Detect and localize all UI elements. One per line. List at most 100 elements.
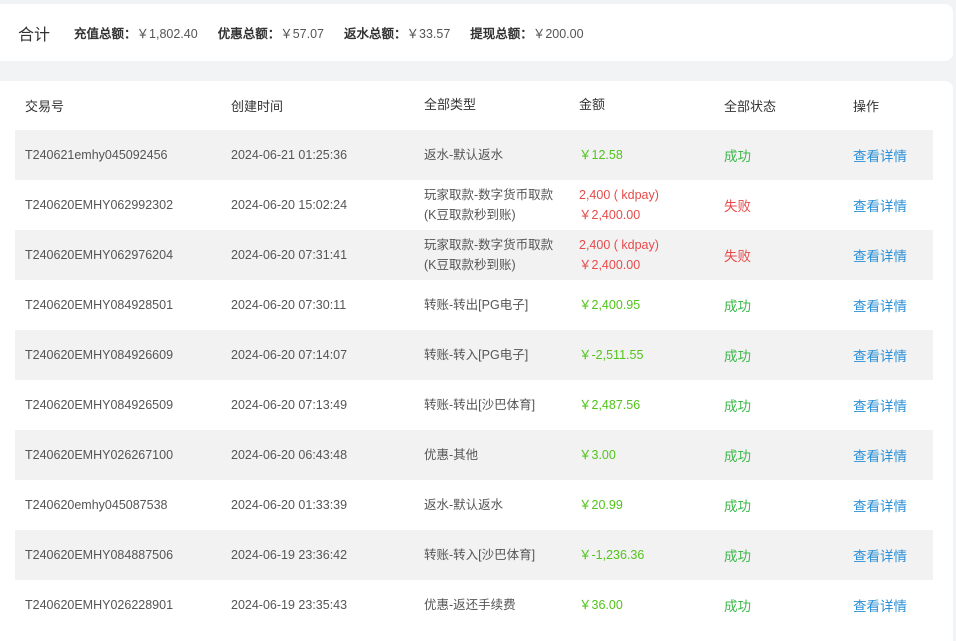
type-line: 优惠-返还手续费 [424,598,516,612]
view-details-link[interactable]: 查看详情 [853,195,933,215]
cell-created-time: 2024-06-21 01:25:36 [231,148,348,162]
table-row: T240620EMHY084926609 2024-06-20 07:14:07 转… [15,330,933,380]
cell-transaction-id: T240620EMHY084928501 [25,298,174,312]
type-subline: (K豆取款秒到账) [424,208,516,222]
view-details-link[interactable]: 查看详情 [853,595,933,615]
view-details-link[interactable]: 查看详情 [853,345,933,365]
summary-rebate-total: 返水总额：￥33.57 [344,27,451,41]
cell-created-time: 2024-06-20 07:14:07 [231,348,348,362]
summary-withdraw-total: 提现总额：￥200.00 [470,27,584,41]
amount-line: ￥2,400.95 [579,298,641,312]
type-line: 返水-默认返水 [424,148,504,162]
cell-type: 玩家取款-数字货币取款 (K豆取款秒到账) [424,235,579,275]
type-line: 玩家取款-数字货币取款 [424,188,554,202]
table-row: T240620emhy045087538 2024-06-20 01:33:39 返… [15,480,933,530]
cell-status: 成功 [724,399,751,414]
cell-transaction-id: T240620EMHY084926609 [25,348,174,362]
header-created-time: 创建时间 [231,98,284,114]
cell-status: 成功 [724,499,751,514]
type-line: 玩家取款-数字货币取款 [424,238,554,252]
cell-amount: ￥3.00 [579,445,724,465]
cell-type: 返水-默认返水 [424,495,579,515]
header-action: 操作 [853,98,880,114]
cell-created-time: 2024-06-20 06:43:48 [231,448,348,462]
table-row: T240620EMHY084926509 2024-06-20 07:13:49 转… [15,380,933,430]
amount-line: ￥36.00 [579,598,623,612]
cell-type: 玩家取款-数字货币取款 (K豆取款秒到账) [424,185,579,225]
transactions-panel: 交易号 创建时间 全部类型 金额 全部状态 操作 T240621emhy0450… [0,81,953,641]
header-type-filter[interactable]: 全部类型 [424,95,579,115]
view-details-link[interactable]: 查看详情 [853,295,933,315]
summary-title: 合计 [18,26,51,44]
amount-line: 2,400 ( kdpay) [579,238,659,252]
table-row: T240620EMHY084928501 2024-06-20 07:30:11 转… [15,280,933,330]
type-subline: (K豆取款秒到账) [424,258,516,272]
header-status-filter[interactable]: 全部状态 [724,96,853,115]
view-details-link[interactable]: 查看详情 [853,445,933,465]
table-header: 交易号 创建时间 全部类型 金额 全部状态 操作 [15,81,933,129]
table-row: T240620EMHY026228901 2024-06-19 23:35:43 优… [15,580,933,630]
cell-transaction-id: T240621emhy045092456 [25,148,168,162]
summary-discount-total: 优惠总额：￥57.07 [217,27,324,41]
cell-type: 转账-转入[沙巴体育] [424,545,579,565]
cell-amount: ￥2,400.95 [579,295,724,315]
cell-status: 成功 [724,449,751,464]
type-line: 优惠-其他 [424,448,479,462]
cell-amount: ￥12.58 [579,145,724,165]
cell-type: 转账-转入[PG电子] [424,345,579,365]
table-row: T240620EMHY026267100 2024-06-20 06:43:48 优… [15,430,933,480]
cell-created-time: 2024-06-19 23:36:42 [231,548,348,562]
type-line: 转账-转入[PG电子] [424,348,529,362]
cell-amount: ￥2,487.56 [579,395,724,415]
view-details-link[interactable]: 查看详情 [853,495,933,515]
type-line: 返水-默认返水 [424,498,504,512]
header-transaction-id: 交易号 [25,98,65,114]
cell-amount: ￥36.00 [579,595,724,615]
view-details-link[interactable]: 查看详情 [853,145,933,165]
cell-type: 转账-转出[沙巴体育] [424,395,579,415]
cell-transaction-id: T240620EMHY062976204 [25,248,174,262]
cell-status: 成功 [724,349,751,364]
table-row: T240620EMHY062976204 2024-06-20 07:31:41 玩… [15,230,933,280]
view-details-link[interactable]: 查看详情 [853,245,933,265]
cell-transaction-id: T240620EMHY084926509 [25,398,174,412]
cell-status: 失败 [724,249,751,264]
summary-recharge-total: 充值总额：￥1,802.40 [74,27,198,41]
cell-status: 成功 [724,299,751,314]
amount-line: ￥-2,511.55 [579,348,644,362]
cell-type: 优惠-其他 [424,445,579,465]
amount-line: ￥2,487.56 [579,398,641,412]
cell-amount: ￥-2,511.55 [579,345,724,365]
cell-transaction-id: T240620EMHY026228901 [25,598,174,612]
table-row: T240620EMHY062992302 2024-06-20 15:02:24 玩… [15,180,933,230]
cell-transaction-id: T240620emhy045087538 [25,498,168,512]
amount-line: ￥-1,236.36 [579,548,645,562]
cell-status: 失败 [724,199,751,214]
cell-status: 成功 [724,549,751,564]
cell-type: 返水-默认返水 [424,145,579,165]
cell-created-time: 2024-06-20 07:13:49 [231,398,348,412]
cell-status: 成功 [724,599,751,614]
type-line: 转账-转出[PG电子] [424,298,529,312]
table-row: T240621emhy045092456 2024-06-21 01:25:36 返… [15,130,933,180]
cell-created-time: 2024-06-20 15:02:24 [231,198,348,212]
amount-subline: ￥2,400.00 [579,208,641,222]
cell-type: 转账-转出[PG电子] [424,295,579,315]
summary-bar: 合计 充值总额：￥1,802.40 优惠总额：￥57.07 返水总额：￥33.5… [0,4,953,61]
amount-line: ￥20.99 [579,498,623,512]
amount-subline: ￥2,400.00 [579,258,641,272]
cell-amount: 2,400 ( kdpay) ￥2,400.00 [579,235,724,275]
type-line: 转账-转入[沙巴体育] [424,548,536,562]
cell-status: 成功 [724,149,751,164]
view-details-link[interactable]: 查看详情 [853,395,933,415]
cell-created-time: 2024-06-19 23:35:43 [231,598,348,612]
type-line: 转账-转出[沙巴体育] [424,398,536,412]
cell-amount: ￥-1,236.36 [579,545,724,565]
cell-amount: 2,400 ( kdpay) ￥2,400.00 [579,185,724,225]
cell-created-time: 2024-06-20 07:31:41 [231,248,348,262]
table-row: T240620EMHY084887506 2024-06-19 23:36:42 转… [15,530,933,580]
cell-transaction-id: T240620EMHY026267100 [25,448,174,462]
table-body: T240621emhy045092456 2024-06-21 01:25:36 返… [15,130,933,630]
view-details-link[interactable]: 查看详情 [853,545,933,565]
header-amount: 金额 [579,97,606,112]
